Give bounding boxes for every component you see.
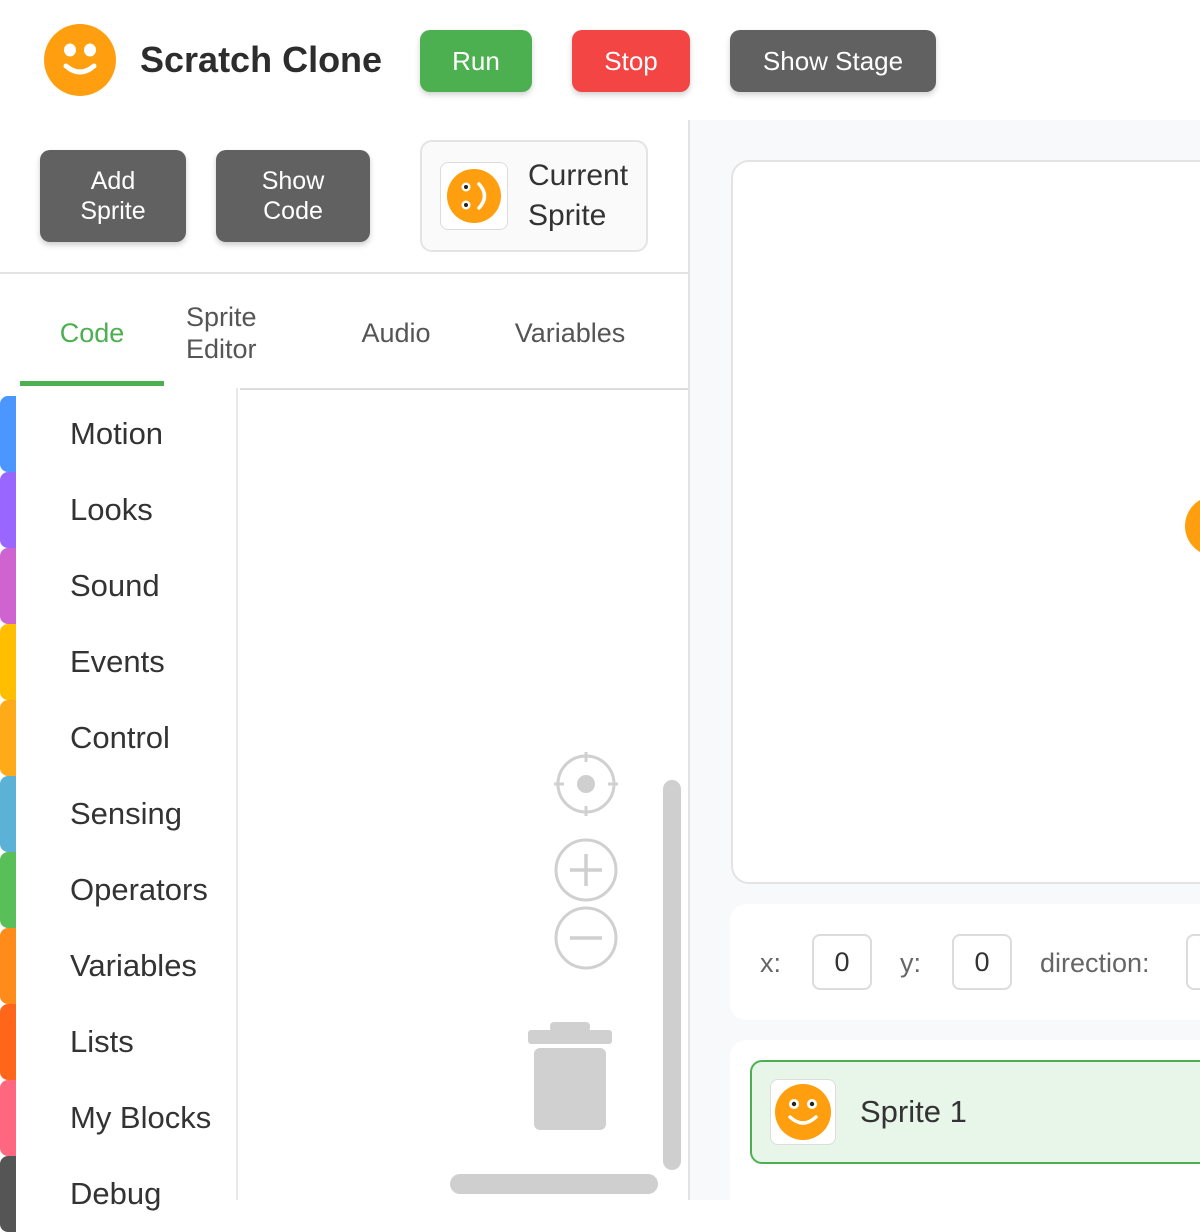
stage-canvas[interactable]	[731, 160, 1200, 884]
add-sprite-label-line-2: Sprite	[80, 197, 146, 225]
x-input[interactable]	[812, 934, 872, 990]
sprite-name: Sprite 1	[860, 1094, 967, 1129]
direction-label: direction:	[1040, 948, 1150, 978]
category-color-bar	[0, 852, 16, 928]
category-sound[interactable]: Sound	[0, 548, 236, 624]
current-sprite-card[interactable]: Current Sprite	[420, 140, 648, 252]
y-label: y:	[900, 948, 922, 978]
sprite-rotated-icon	[447, 169, 501, 223]
category-operators[interactable]: Operators	[0, 852, 236, 928]
category-label: Operators	[70, 872, 208, 907]
category-label: Debug	[70, 1176, 162, 1211]
category-label: Events	[70, 644, 165, 679]
category-events[interactable]: Events	[0, 624, 236, 700]
code-workspace[interactable]	[240, 388, 688, 1200]
category-color-bar	[0, 1156, 16, 1232]
tab-code[interactable]: Code	[20, 290, 164, 376]
tab-variables[interactable]: Variables	[490, 290, 650, 376]
category-color-bar	[0, 624, 16, 700]
app-logo-icon	[44, 24, 116, 96]
category-color-bar	[0, 776, 16, 852]
app-title: Scratch Clone	[140, 39, 383, 80]
workspace-horizontal-scrollbar[interactable]	[450, 1174, 658, 1194]
category-control[interactable]: Control	[0, 700, 236, 776]
category-color-bar	[0, 1004, 16, 1080]
tab-sprite-editor-line-2: Editor	[186, 334, 257, 364]
category-label: Sensing	[70, 796, 183, 831]
category-my-blocks[interactable]: My Blocks	[0, 1080, 236, 1156]
zoom-out-icon[interactable]	[552, 904, 620, 972]
category-lists[interactable]: Lists	[0, 1004, 236, 1080]
category-label: My Blocks	[70, 1100, 212, 1135]
toolbar-divider	[0, 272, 688, 274]
category-color-bar	[0, 472, 16, 548]
category-variables[interactable]: Variables	[0, 928, 236, 1004]
tab-audio[interactable]: Audio	[336, 290, 456, 376]
tab-sprite-editor[interactable]: Sprite Editor	[186, 290, 298, 376]
show-code-button[interactable]: Show Code	[216, 150, 370, 242]
run-button[interactable]: Run	[420, 30, 532, 92]
show-code-label-line-2: Code	[263, 197, 323, 225]
add-sprite-button[interactable]: Add Sprite	[40, 150, 186, 242]
current-sprite-thumbnail	[440, 162, 508, 230]
y-input[interactable]	[952, 934, 1012, 990]
current-sprite-label-line-1: Current	[528, 159, 629, 192]
trash-icon[interactable]	[526, 1020, 614, 1132]
recenter-icon[interactable]	[552, 752, 620, 816]
category-label: Variables	[70, 948, 197, 983]
sprite-list-item[interactable]: Sprite 1	[750, 1060, 1200, 1164]
sprite-smiley-icon	[775, 1084, 831, 1140]
category-label: Looks	[70, 492, 153, 527]
category-color-bar	[0, 548, 16, 624]
category-color-bar	[0, 396, 16, 472]
tab-sprite-editor-line-1: Sprite	[186, 302, 257, 332]
category-debug[interactable]: Debug	[0, 1156, 236, 1232]
workspace-vertical-scrollbar[interactable]	[663, 780, 681, 1170]
stop-button[interactable]: Stop	[572, 30, 690, 92]
category-label: Control	[70, 720, 170, 755]
add-sprite-label-line-1: Add	[90, 167, 136, 195]
category-label: Sound	[70, 568, 160, 603]
category-label: Motion	[70, 416, 164, 451]
sprite-thumbnail	[770, 1079, 836, 1145]
category-motion[interactable]: Motion	[0, 396, 236, 472]
category-color-bar	[0, 928, 16, 1004]
x-label: x:	[760, 948, 782, 978]
direction-input[interactable]	[1186, 934, 1200, 990]
stage-sprite-icon[interactable]	[1185, 496, 1200, 556]
category-looks[interactable]: Looks	[0, 472, 236, 548]
category-sensing[interactable]: Sensing	[0, 776, 236, 852]
show-code-label-line-1: Show	[261, 167, 325, 195]
category-color-bar	[0, 1080, 16, 1156]
current-sprite-label: Current Sprite	[528, 156, 628, 236]
active-tab-indicator	[20, 381, 164, 386]
zoom-in-icon[interactable]	[552, 836, 620, 904]
show-stage-button[interactable]: Show Stage	[730, 30, 936, 92]
category-label: Lists	[70, 1024, 134, 1059]
current-sprite-label-line-2: Sprite	[528, 199, 607, 232]
category-color-bar	[0, 700, 16, 776]
